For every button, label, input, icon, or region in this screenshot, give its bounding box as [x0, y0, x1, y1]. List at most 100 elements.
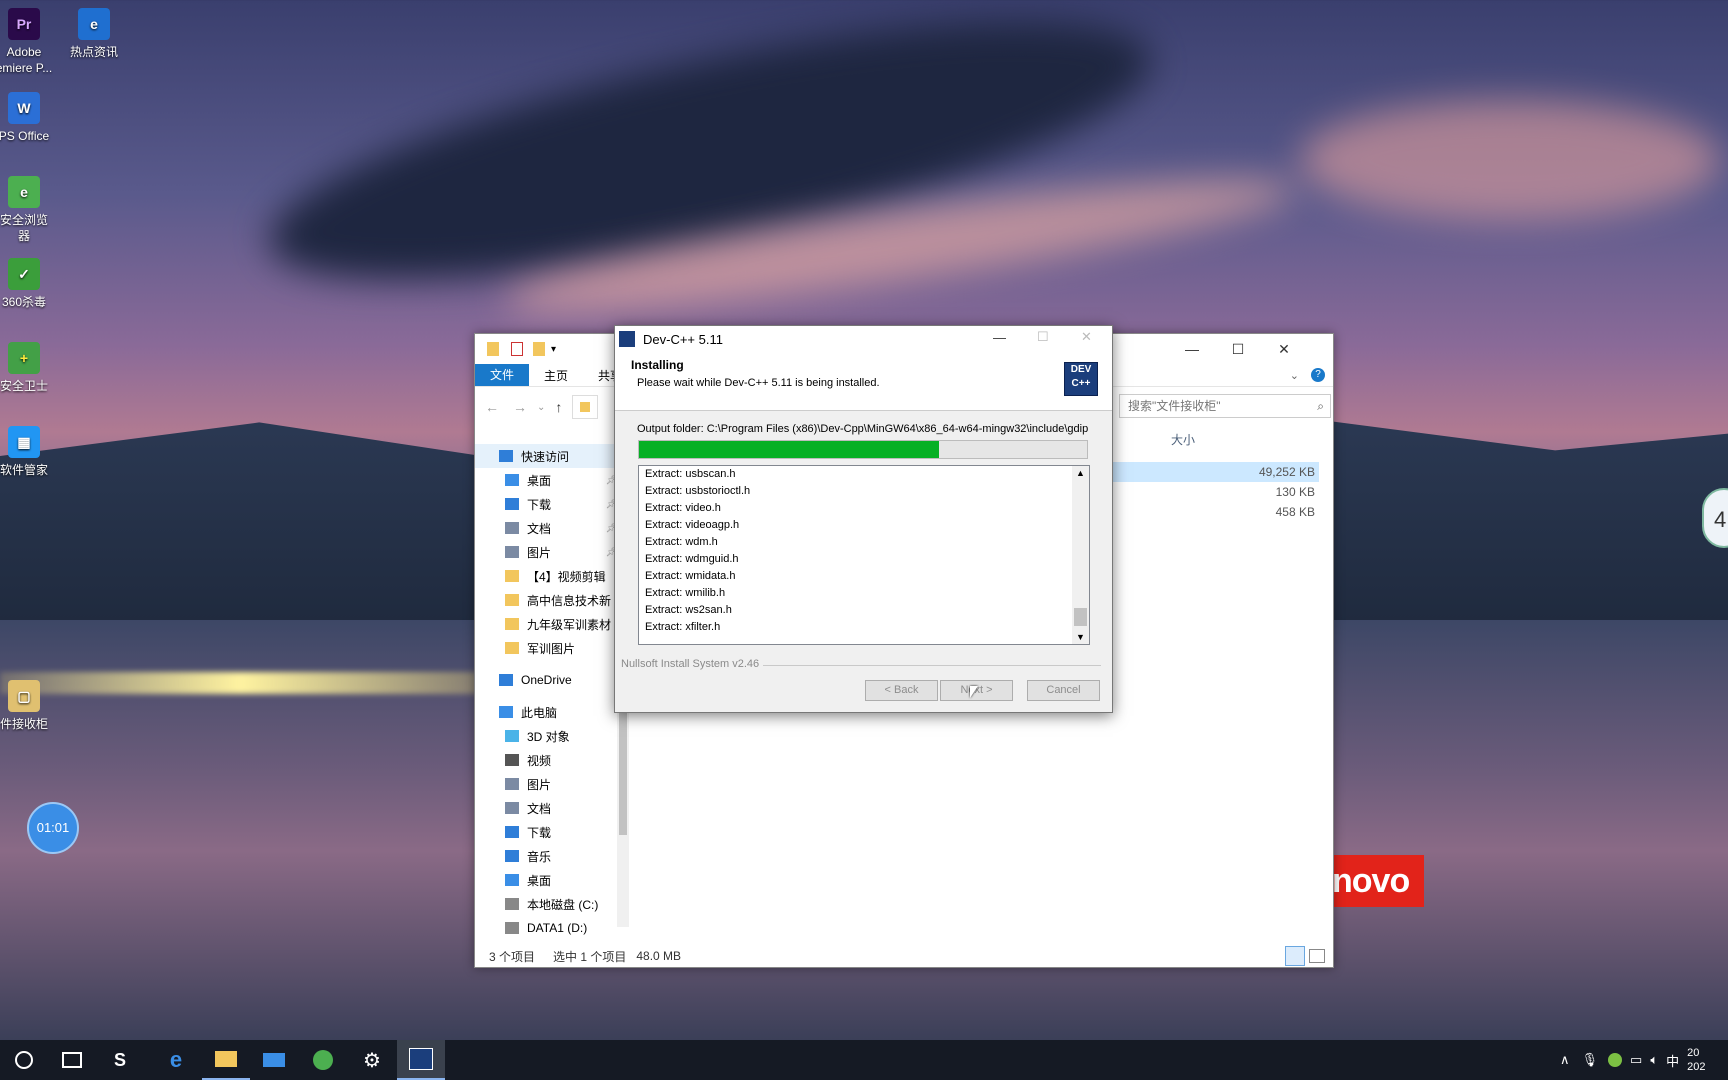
- picture-icon: [505, 546, 519, 558]
- nav-item-label: 高中信息技术新: [527, 593, 612, 608]
- log-line: Extract: usbstorioctl.h: [645, 485, 751, 497]
- log-line: Extract: wdmguid.h: [645, 553, 739, 565]
- desktop-icon[interactable]: ▦ 软件管家: [0, 426, 64, 478]
- desktop-icon[interactable]: ▢ 件接收柜: [0, 680, 64, 732]
- taskbar-app-s[interactable]: S: [96, 1040, 144, 1080]
- picture-icon: [505, 778, 519, 790]
- cloud: [1300, 100, 1720, 220]
- security-360-icon[interactable]: [1608, 1053, 1623, 1067]
- timer-badge[interactable]: 01:01: [27, 802, 79, 854]
- nav-item[interactable]: OneDrive: [475, 668, 631, 692]
- desktop-icon[interactable]: e 热点资讯: [54, 8, 134, 60]
- nav-item-label: 下载: [527, 497, 552, 512]
- nav-item[interactable]: 军训图片: [475, 636, 631, 660]
- nav-item[interactable]: 下载: [475, 820, 631, 844]
- desktop-icon-label: 360杀毒: [1, 295, 47, 309]
- desktop-icon[interactable]: e 安全浏览 器: [0, 176, 64, 244]
- back-arrow-icon[interactable]: ←: [485, 399, 499, 415]
- properties-icon[interactable]: [511, 342, 523, 356]
- app-icon: W: [8, 92, 40, 124]
- close-button[interactable]: ✕: [1261, 334, 1307, 364]
- nav-item[interactable]: 桌面 📌︎: [475, 468, 631, 492]
- nav-item[interactable]: 图片 📌︎: [475, 540, 631, 564]
- taskbar-file-explorer[interactable]: [202, 1040, 250, 1080]
- desktop-icon-label: PS Office: [0, 129, 50, 143]
- file-row[interactable]: 458 KB: [1105, 502, 1319, 522]
- log-line: Extract: wdm.h: [645, 536, 718, 548]
- progress-fill: [639, 441, 940, 458]
- folder-icon: [505, 642, 519, 654]
- nav-item[interactable]: 快速访问: [475, 444, 629, 468]
- start-button[interactable]: [0, 1040, 48, 1080]
- maximize-button[interactable]: ☐: [1215, 334, 1261, 364]
- ime-indicator[interactable]: 中: [1666, 1051, 1679, 1070]
- back-button[interactable]: < Back: [865, 680, 938, 701]
- scroll-thumb[interactable]: [1074, 608, 1087, 626]
- volume-icon[interactable]: 🔈︎: [1650, 1052, 1658, 1068]
- nav-item-label: 【4】视频剪辑: [527, 569, 606, 584]
- tab-home[interactable]: 主页: [529, 367, 583, 384]
- installer-dialog[interactable]: Dev-C++ 5.11 — ☐ ✕ Installing Please wai…: [614, 325, 1113, 713]
- help-icon[interactable]: ?: [1311, 368, 1325, 382]
- nav-item[interactable]: DATA1 (D:): [475, 916, 631, 940]
- cancel-button[interactable]: Cancel: [1027, 680, 1100, 701]
- large-icons-view-icon[interactable]: [1309, 949, 1325, 963]
- taskbar-devcpp[interactable]: [397, 1040, 445, 1080]
- minimize-button[interactable]: —: [1169, 334, 1215, 364]
- scroll-down-icon[interactable]: ▼: [1076, 632, 1085, 642]
- desktop-icon-label: 热点资讯: [69, 45, 118, 59]
- nav-item[interactable]: 文档 📌︎: [475, 516, 631, 540]
- log-scrollbar[interactable]: ▲ ▼: [1072, 466, 1089, 644]
- nav-item[interactable]: 桌面: [475, 868, 631, 892]
- microphone-icon[interactable]: 🎙︎: [1582, 1052, 1599, 1068]
- details-view-icon[interactable]: [1285, 946, 1305, 966]
- nav-item[interactable]: 音乐: [475, 844, 631, 868]
- minimize-button[interactable]: —: [993, 330, 1006, 345]
- navigation-pane: 快速访问 桌面 📌︎ 下载 📌︎ 文档 📌︎ 图片 📌︎ 【4】视频剪辑 高中信息技术新九年级军训素…: [475, 444, 631, 935]
- close-button[interactable]: ✕: [1081, 329, 1092, 345]
- network-icon[interactable]: ▭: [1630, 1052, 1642, 1068]
- nav-item[interactable]: 本地磁盘 (C:): [475, 892, 631, 916]
- recent-locations-icon[interactable]: ⌄: [537, 402, 545, 413]
- clock[interactable]: 20 202: [1687, 1046, 1705, 1074]
- app-icon: ✓: [8, 258, 40, 290]
- scroll-up-icon[interactable]: ▲: [1076, 468, 1085, 478]
- quick-access-dropdown-icon[interactable]: ▾: [551, 344, 556, 355]
- taskbar-mail[interactable]: [250, 1040, 298, 1080]
- file-row[interactable]: 130 KB: [1105, 482, 1319, 502]
- taskbar-edge[interactable]: e: [152, 1040, 200, 1080]
- taskbar-360-browser[interactable]: [299, 1040, 347, 1080]
- address-bar[interactable]: [572, 395, 599, 419]
- selected-count: 选中 1 个项目: [553, 949, 627, 964]
- taskbar-settings[interactable]: ⚙: [348, 1040, 396, 1080]
- desktop-icon[interactable]: + 安全卫士: [0, 342, 64, 394]
- nav-item-label: 桌面: [527, 473, 552, 488]
- nav-item[interactable]: 3D 对象: [475, 724, 631, 748]
- nav-item[interactable]: 下载 📌︎: [475, 492, 631, 516]
- nav-item[interactable]: 文档: [475, 796, 631, 820]
- file-row[interactable]: 49,252 KB: [1105, 462, 1319, 482]
- forward-arrow-icon[interactable]: →: [513, 399, 527, 415]
- task-view-button[interactable]: [48, 1040, 96, 1080]
- nav-item[interactable]: 九年级军训素材: [475, 612, 631, 636]
- show-hidden-icons-icon[interactable]: ∧: [1560, 1052, 1570, 1068]
- clock-time: 20: [1687, 1047, 1700, 1059]
- desktop-icon[interactable]: ✓ 360杀毒: [0, 258, 64, 310]
- desktop-icon[interactable]: W PS Office: [0, 92, 64, 144]
- star-icon: [499, 450, 513, 462]
- nav-item[interactable]: 高中信息技术新: [475, 588, 631, 612]
- download-icon: [505, 498, 519, 510]
- nav-item[interactable]: 【4】视频剪辑: [475, 564, 631, 588]
- devcpp-icon: [409, 1048, 433, 1070]
- ribbon-expand-icon[interactable]: ⌄: [1290, 369, 1299, 382]
- nav-item[interactable]: 图片: [475, 772, 631, 796]
- install-log[interactable]: Extract: usbscan.h Extract: usbstorioctl.…: [638, 465, 1090, 645]
- column-header-size[interactable]: 大小: [1171, 431, 1195, 448]
- tab-file[interactable]: 文件: [475, 364, 529, 386]
- side-widget[interactable]: 4: [1702, 488, 1728, 548]
- up-arrow-icon[interactable]: ↑: [555, 399, 562, 415]
- new-folder-icon[interactable]: [533, 342, 545, 356]
- nav-item[interactable]: 视频: [475, 748, 631, 772]
- nav-item[interactable]: 此电脑: [475, 700, 631, 724]
- search-input[interactable]: 搜索"文件接收柜" ⌕: [1119, 394, 1331, 418]
